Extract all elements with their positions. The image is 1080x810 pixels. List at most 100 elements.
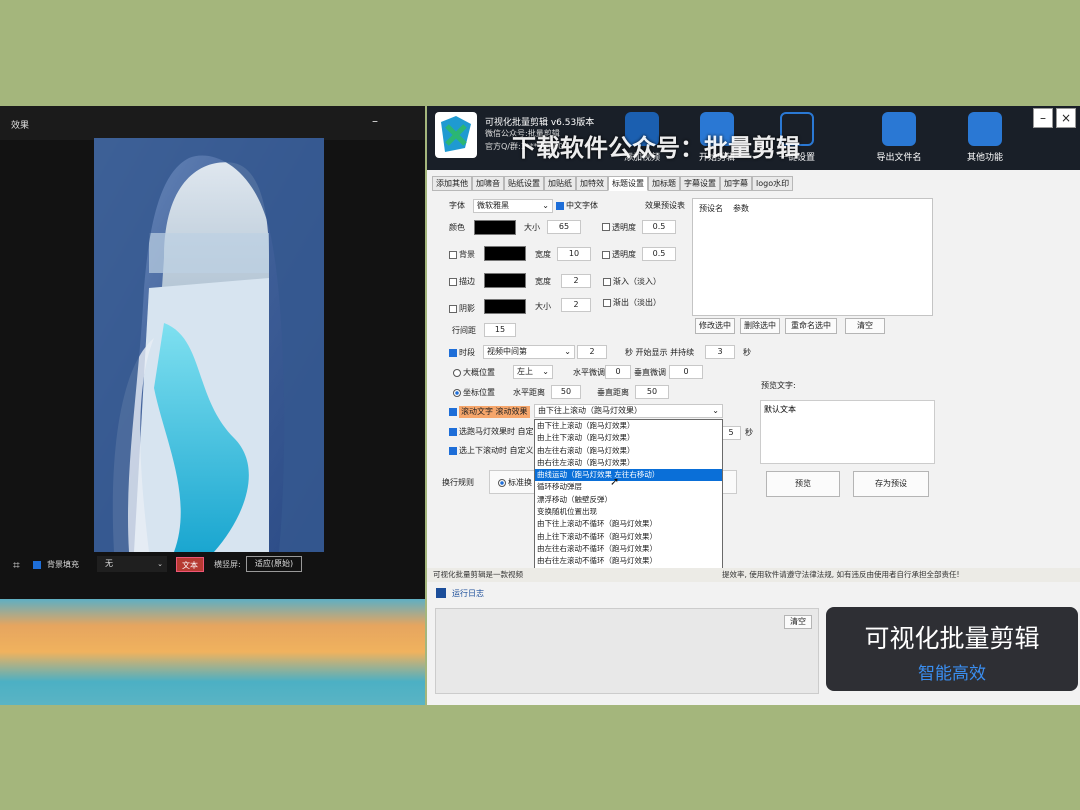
bg-fill-label: 背景填充 bbox=[47, 560, 79, 569]
coord-pos-label: 坐标位置 bbox=[463, 388, 495, 397]
vdist-label: 垂直距离 bbox=[597, 388, 629, 397]
opacity-checkbox[interactable] bbox=[602, 223, 610, 231]
tab-2[interactable]: 贴纸设置 bbox=[504, 176, 544, 191]
vdist-input[interactable]: 50 bbox=[635, 385, 669, 399]
preview-button[interactable]: 预览 bbox=[766, 471, 840, 497]
crop-icon[interactable]: ⌗ bbox=[13, 558, 20, 573]
dropdown-option[interactable]: 曲线运动（跑马灯效果 左往右移动） bbox=[535, 469, 722, 482]
delete-selected-button[interactable]: 删除选中 bbox=[740, 318, 780, 334]
save-preset-button[interactable]: 存为预设 bbox=[853, 471, 929, 497]
bg-opacity-checkbox[interactable] bbox=[602, 251, 610, 259]
promo-card: 可视化批量剪辑 智能高效 bbox=[826, 607, 1078, 691]
hfine-label: 水平微调 bbox=[573, 368, 605, 377]
shadow-checkbox[interactable] bbox=[449, 305, 457, 313]
log-box[interactable]: 清空 bbox=[435, 608, 819, 694]
tab-5[interactable]: 标题设置 bbox=[608, 176, 648, 191]
chevron-down-icon: ⌄ bbox=[712, 406, 719, 415]
fadeout-checkbox[interactable] bbox=[603, 299, 611, 307]
opacity-input[interactable]: 0.5 bbox=[642, 220, 676, 234]
hfine-input[interactable]: 0 bbox=[605, 365, 631, 379]
color-picker[interactable] bbox=[474, 220, 516, 235]
fadein-label: 渐入（淡入） bbox=[613, 277, 661, 286]
font-select[interactable]: 微软雅黑 ⌄ bbox=[473, 199, 553, 213]
line-spacing-input[interactable]: 15 bbox=[484, 323, 516, 337]
video-preview-image bbox=[94, 138, 324, 552]
timing-select[interactable]: 视频中间第 ⌄ bbox=[483, 345, 575, 359]
window-minimize-button[interactable]: – bbox=[1033, 108, 1053, 128]
modify-selected-button[interactable]: 修改选中 bbox=[695, 318, 735, 334]
dropdown-option[interactable]: 循环移动弹层 bbox=[535, 481, 722, 493]
bg-fill-checkbox[interactable] bbox=[33, 561, 41, 569]
aspect-select[interactable]: 适应(原始) bbox=[246, 556, 302, 572]
stroke-color-picker[interactable] bbox=[484, 273, 526, 288]
clear-presets-button[interactable]: 清空 bbox=[845, 318, 885, 334]
rough-pos-select[interactable]: 左上 ⌄ bbox=[513, 365, 553, 379]
export-filename-button[interactable]: 导出文件名 bbox=[869, 110, 929, 168]
size-input[interactable]: 65 bbox=[547, 220, 581, 234]
coord-pos-radio[interactable] bbox=[453, 389, 461, 397]
app-logo-icon bbox=[435, 112, 477, 158]
timing-unit: 秒 bbox=[743, 348, 751, 357]
stroke-checkbox[interactable] bbox=[449, 278, 457, 286]
timing-duration-input[interactable]: 3 bbox=[705, 345, 735, 359]
tab-9[interactable]: logo水印 bbox=[752, 176, 794, 191]
updown-checkbox[interactable] bbox=[449, 447, 457, 455]
stroke-width-input[interactable]: 2 bbox=[561, 274, 591, 288]
scroll-effect-select[interactable]: 由下往上滚动（跑马灯效果） ⌄ bbox=[534, 404, 723, 418]
dropdown-option[interactable]: 由下往上滚动不循环（跑马灯效果） bbox=[535, 518, 722, 530]
dropdown-option[interactable]: 由右往左滚动（跑马灯效果） bbox=[535, 457, 722, 469]
rename-selected-button[interactable]: 重命名选中 bbox=[785, 318, 837, 334]
dropdown-option[interactable]: 由左往右滚动（跑马灯效果） bbox=[535, 445, 722, 457]
window-close-button[interactable]: × bbox=[1056, 108, 1076, 128]
dropdown-option[interactable]: 变换随机位置出现 bbox=[535, 506, 722, 518]
dropdown-option[interactable]: 由上往下滚动不循环（跑马灯效果） bbox=[535, 531, 722, 543]
cn-font-checkbox[interactable] bbox=[556, 202, 564, 210]
opacity-label: 透明度 bbox=[612, 223, 636, 232]
bg-opacity-label: 透明度 bbox=[612, 250, 636, 259]
tab-bar: 添加其他 加啸音 贴纸设置 加贴纸 加特效 标题设置 加标题 字幕设置 加字幕 logo水印 bbox=[432, 176, 794, 191]
clear-log-button[interactable]: 清空 bbox=[784, 615, 812, 629]
tab-7[interactable]: 字幕设置 bbox=[680, 176, 720, 191]
dropdown-option[interactable]: 由右往左滚动不循环（跑马灯效果） bbox=[535, 555, 722, 567]
tab-6[interactable]: 加标题 bbox=[648, 176, 680, 191]
scroll-effect-dropdown-list[interactable]: 由下往上滚动（跑马灯效果） 由上往下滚动（跑马灯效果） 由左往右滚动（跑马灯效果）由… bbox=[534, 419, 723, 581]
line-spacing-label: 行间距 bbox=[452, 326, 476, 335]
preset-table-label: 效果预设表 bbox=[645, 201, 685, 210]
marquee-speed-input[interactable]: 5 bbox=[721, 426, 741, 440]
tab-3[interactable]: 加贴纸 bbox=[544, 176, 576, 191]
dropdown-option[interactable]: 由左往右滚动不循环（跑马灯效果） bbox=[535, 543, 722, 555]
tab-4[interactable]: 加特效 bbox=[576, 176, 608, 191]
tab-8[interactable]: 加字幕 bbox=[720, 176, 752, 191]
wrap-standard-radio[interactable] bbox=[498, 479, 506, 487]
bg-width-input[interactable]: 10 bbox=[557, 247, 591, 261]
bg-fill-select[interactable]: 无 ⌄ bbox=[97, 556, 167, 572]
shadow-color-picker[interactable] bbox=[484, 299, 526, 314]
bg-color-picker[interactable] bbox=[484, 246, 526, 261]
marquee-label: 选跑马灯效果时 自定 bbox=[459, 427, 534, 436]
chevron-down-icon: ⌄ bbox=[542, 367, 549, 376]
app-title: 可视化批量剪辑 v6.53版本 bbox=[485, 118, 595, 128]
text-button[interactable]: 文本 bbox=[176, 557, 204, 572]
other-functions-button[interactable]: 其他功能 bbox=[955, 110, 1015, 168]
shadow-size-input[interactable]: 2 bbox=[561, 298, 591, 312]
preset-table[interactable]: 预设名 参数 bbox=[692, 198, 933, 316]
bg-opacity-input[interactable]: 0.5 bbox=[642, 247, 676, 261]
rough-pos-radio[interactable] bbox=[453, 369, 461, 377]
tab-1[interactable]: 加啸音 bbox=[472, 176, 504, 191]
preview-text-area[interactable]: 默认文本 bbox=[760, 400, 935, 464]
timing-start-input[interactable]: 2 bbox=[577, 345, 607, 359]
hdist-input[interactable]: 50 bbox=[551, 385, 581, 399]
scroll-checkbox[interactable] bbox=[449, 408, 457, 416]
dropdown-option[interactable]: 由下往上滚动（跑马灯效果） bbox=[535, 420, 722, 432]
timing-checkbox[interactable] bbox=[449, 349, 457, 357]
vfine-input[interactable]: 0 bbox=[669, 365, 703, 379]
log-header: 运行日志 bbox=[427, 586, 817, 604]
minimize-button[interactable]: – bbox=[372, 114, 378, 128]
dropdown-option[interactable]: 漂浮移动（触壁反弹） bbox=[535, 494, 722, 506]
fadein-checkbox[interactable] bbox=[603, 278, 611, 286]
preset-name-header: 预设名 bbox=[699, 204, 723, 213]
bg-checkbox[interactable] bbox=[449, 251, 457, 259]
tab-0[interactable]: 添加其他 bbox=[432, 176, 472, 191]
dropdown-option[interactable]: 由上往下滚动（跑马灯效果） bbox=[535, 432, 722, 444]
marquee-checkbox[interactable] bbox=[449, 428, 457, 436]
